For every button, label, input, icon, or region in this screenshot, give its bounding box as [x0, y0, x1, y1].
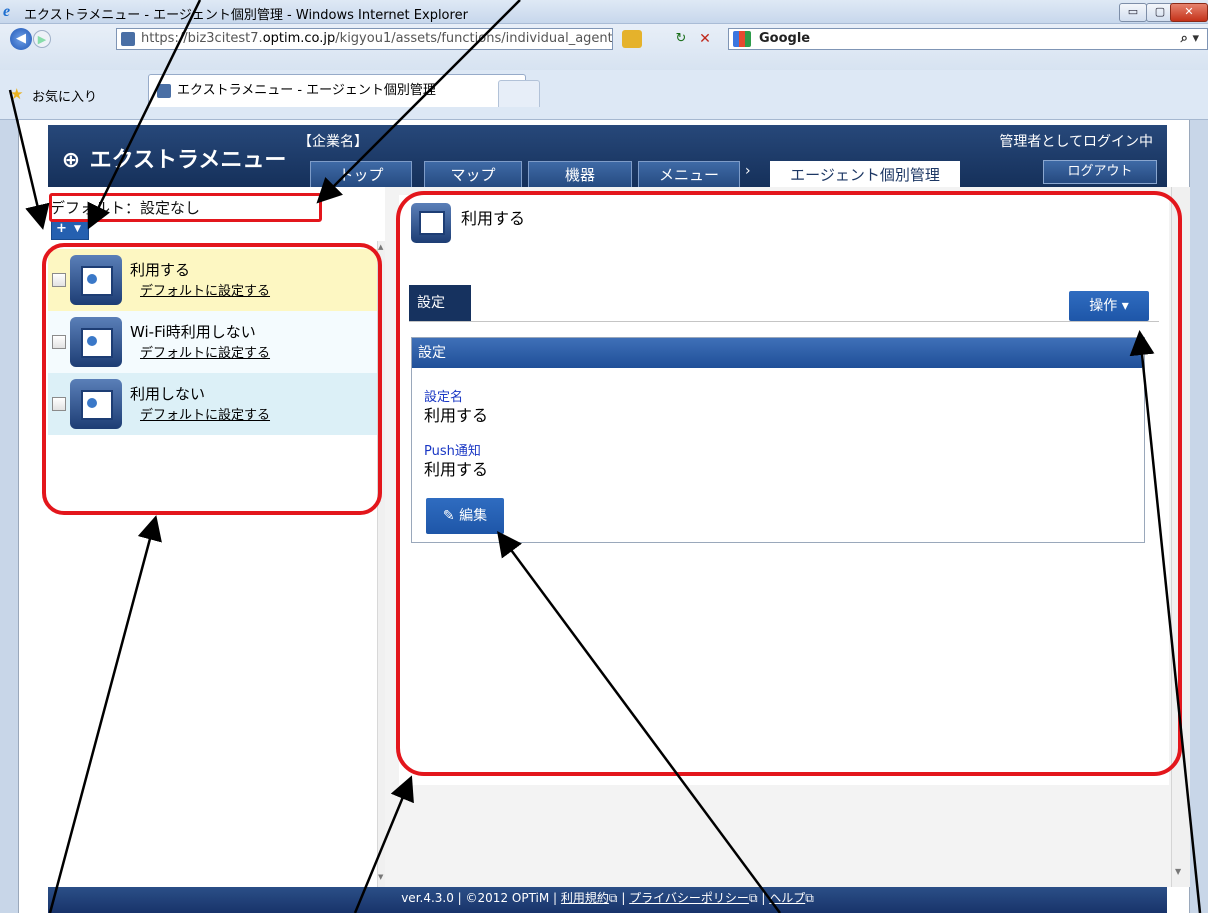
nav-chevron-icon: ›: [745, 163, 751, 179]
window-title: エクストラメニュー - エージェント個別管理 - Windows Interne…: [24, 8, 468, 23]
external-link-icon: ⧉: [805, 891, 814, 905]
footer-version: ver.4.3.0 | ©2012 OPTiM |: [401, 891, 561, 905]
minimize-button[interactable]: ▭: [1119, 3, 1147, 22]
url-path: /kigyou1/assets/functions/individual_age…: [335, 31, 613, 46]
tab-favicon-icon: [157, 84, 171, 98]
app-logo[interactable]: ⊕ エクストラメニュー: [60, 142, 287, 174]
footer-separator: |: [757, 891, 770, 905]
search-engine-label: Google: [759, 31, 811, 46]
logout-button[interactable]: ログアウト: [1043, 160, 1157, 184]
help-link[interactable]: ヘルプ: [769, 891, 805, 905]
url-prefix: https://biz3citest7.: [141, 31, 263, 46]
external-link-icon: ⧉: [608, 891, 618, 905]
logo-mark-icon: ⊕: [61, 148, 81, 173]
url-input[interactable]: https://biz3citest7.optim.co.jp/kigyou1/…: [116, 28, 613, 50]
lock-icon[interactable]: [622, 30, 642, 48]
nav-tab-menu[interactable]: メニュー: [638, 161, 740, 188]
refresh-icon[interactable]: ↻: [672, 30, 690, 48]
scroll-down-icon[interactable]: ▼: [378, 873, 383, 881]
favorites-bar: ★ お気に入り エクストラメニュー - エージェント個別管理: [0, 70, 1208, 120]
annotation-box-default: [49, 193, 322, 222]
scroll-up-icon[interactable]: ▲: [378, 243, 383, 251]
app-header: ⊕ エクストラメニュー 【企業名】 管理者としてログイン中 トップ マップ 機器…: [48, 125, 1167, 188]
new-tab-button[interactable]: [498, 80, 540, 107]
search-icon[interactable]: ⌕ ▾: [1181, 29, 1199, 49]
external-link-icon: ⧉: [748, 891, 758, 905]
nav-tab-devices[interactable]: 機器: [528, 161, 632, 188]
scroll-down-icon[interactable]: ▼: [1175, 867, 1181, 876]
annotation-box-detail: [396, 191, 1182, 776]
browser-tab[interactable]: エクストラメニュー - エージェント個別管理: [148, 74, 526, 107]
privacy-link[interactable]: プライバシーポリシー: [629, 891, 749, 905]
close-button[interactable]: ✕: [1170, 3, 1208, 22]
logo-text: エクストラメニュー: [89, 148, 287, 173]
favorites-label[interactable]: お気に入り: [32, 86, 97, 105]
nav-tab-top[interactable]: トップ: [310, 161, 412, 188]
frame-right-border: [1190, 120, 1208, 913]
internet-explorer-icon: e: [3, 3, 11, 20]
footer: ver.4.3.0 | ©2012 OPTiM | 利用規約⧉ | プライバシー…: [48, 887, 1167, 913]
back-button[interactable]: ◀: [10, 28, 32, 50]
plus-icon: +: [56, 221, 67, 236]
site-favicon-icon: [121, 32, 135, 46]
add-setting-button[interactable]: + ▼: [51, 220, 89, 240]
tab-title: エクストラメニュー - エージェント個別管理: [177, 83, 436, 98]
stop-icon[interactable]: ✕: [696, 30, 714, 48]
nav-tab-map[interactable]: マップ: [424, 161, 522, 188]
url-domain: optim.co.jp: [262, 31, 336, 46]
company-name: 【企業名】: [298, 134, 368, 150]
terms-link[interactable]: 利用規約: [561, 891, 609, 905]
window-titlebar: e エクストラメニュー - エージェント個別管理 - Windows Inter…: [0, 0, 1208, 24]
frame-left-border: [0, 120, 18, 913]
search-input[interactable]: Google ⌕ ▾: [728, 28, 1208, 50]
annotation-box-list: [42, 243, 382, 515]
favorites-star-icon[interactable]: ★: [10, 85, 23, 103]
caret-down-icon[interactable]: ▼: [74, 221, 81, 237]
footer-separator: |: [617, 891, 630, 905]
login-status: 管理者としてログイン中: [999, 134, 1153, 150]
nav-tab-agent-management[interactable]: エージェント個別管理: [770, 161, 960, 188]
forward-button[interactable]: ▶: [33, 30, 51, 48]
google-icon: [733, 31, 751, 47]
